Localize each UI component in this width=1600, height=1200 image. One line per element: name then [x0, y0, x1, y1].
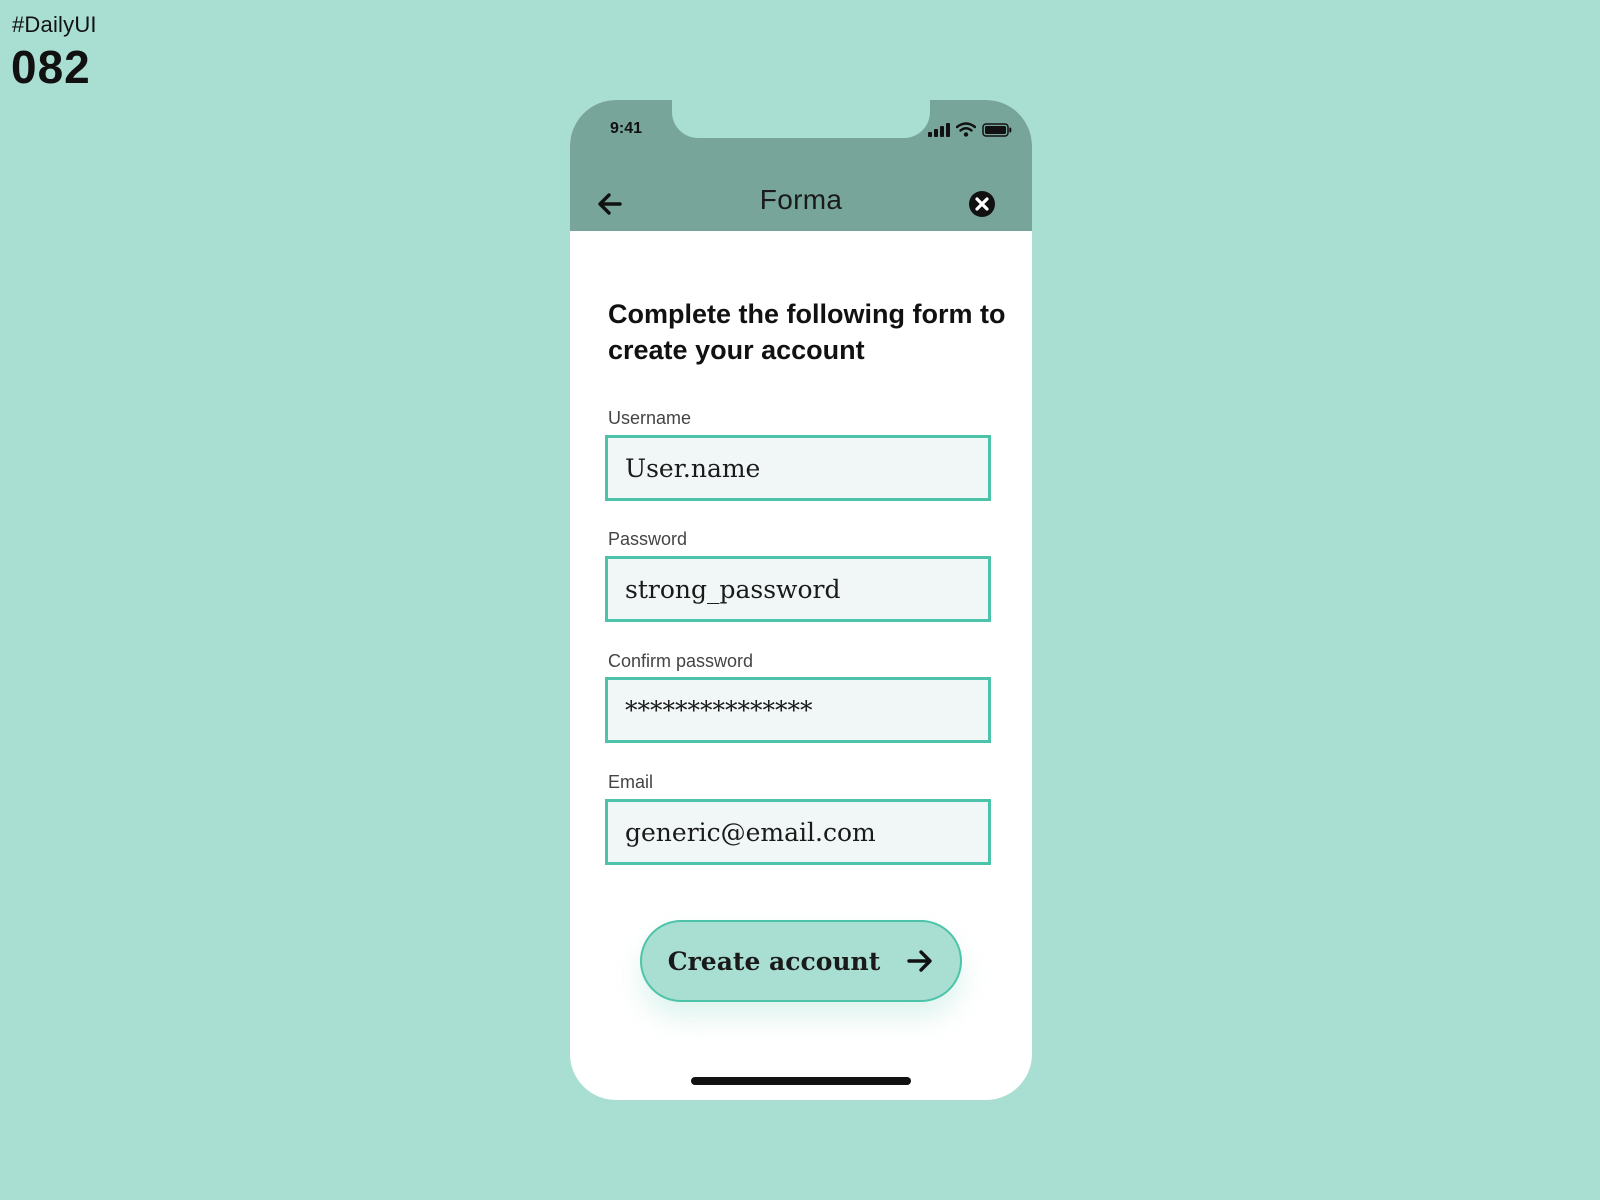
daily-ui-tag: #DailyUI	[12, 12, 97, 37]
password-field-box	[605, 556, 991, 622]
close-button[interactable]	[968, 190, 996, 218]
create-account-label: Create account	[667, 946, 881, 976]
form-title: Complete the following form to create yo…	[608, 299, 1006, 365]
cellular-signal-icon	[928, 122, 950, 137]
phone-notch	[672, 100, 930, 138]
email-input[interactable]	[625, 817, 988, 847]
canvas: #DailyUI 082 9:41 Forma Complete the fol…	[0, 0, 1600, 1200]
email-label: Email	[608, 772, 654, 792]
confirm-password-input[interactable]	[625, 695, 988, 725]
close-circle-icon	[969, 191, 995, 217]
daily-ui-number: 082	[11, 41, 91, 93]
create-account-button[interactable]: Create account	[640, 920, 962, 1002]
arrow-right-icon	[907, 950, 932, 972]
battery-icon	[982, 122, 1012, 137]
password-input[interactable]	[625, 574, 988, 604]
password-label: Password	[608, 529, 688, 549]
confirm-password-label: Confirm password	[608, 651, 754, 671]
confirm-password-field-box	[605, 677, 991, 743]
status-time: 9:41	[610, 120, 643, 137]
app-title: Forma	[759, 184, 843, 215]
email-field-box	[605, 799, 991, 865]
username-label: Username	[608, 408, 692, 428]
username-input[interactable]	[625, 453, 988, 483]
status-icons	[928, 122, 1012, 137]
home-indicator	[691, 1077, 911, 1085]
phone-frame: 9:41 Forma Complete the following form t…	[570, 100, 1032, 1100]
app-header: 9:41 Forma	[570, 100, 1032, 231]
username-field-box	[605, 435, 991, 501]
wifi-icon	[956, 122, 976, 137]
